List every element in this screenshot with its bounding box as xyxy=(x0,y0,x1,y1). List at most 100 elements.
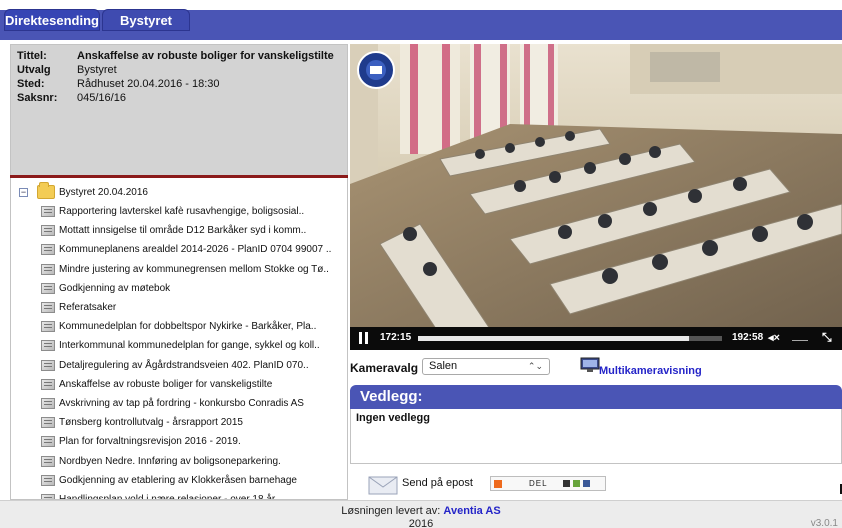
app-root: Direktesending Bystyret Tittel: Anskaffe… xyxy=(0,0,842,528)
meeting-case-value: 045/16/16 xyxy=(77,92,126,104)
attachments-empty: Ingen vedlegg xyxy=(356,412,430,424)
agenda-item-label: Detaljregulering av Ågårdstrandsveien 40… xyxy=(59,359,309,371)
document-icon xyxy=(41,397,55,409)
meeting-place-value: Rådhuset 20.04.2016 - 18:30 xyxy=(77,78,220,90)
agenda-item-label: Referatsaker xyxy=(59,302,117,314)
document-icon xyxy=(41,282,55,294)
video-frame xyxy=(350,44,842,350)
document-icon xyxy=(41,206,55,218)
document-icon xyxy=(41,417,55,429)
meeting-case-key: Saksnr: xyxy=(17,92,58,104)
share-label: DEL xyxy=(529,479,548,488)
footer-year: 2016 xyxy=(408,518,434,528)
agenda-item-label: Kommuneplanens arealdel 2014-2026 - Plan… xyxy=(59,244,332,256)
document-icon xyxy=(41,359,55,371)
agenda-item[interactable]: Godkjenning av møtebok xyxy=(41,279,331,298)
current-time: 172:15 xyxy=(380,332,412,343)
agenda-item-label: Kommunedelplan for dobbeltspor Nykirke -… xyxy=(59,321,317,333)
document-icon xyxy=(41,225,55,237)
meeting-title-value: Anskaffelse av robuste boliger for vansk… xyxy=(77,50,334,62)
pause-icon[interactable] xyxy=(359,332,369,344)
share-star-icon xyxy=(573,480,580,487)
agenda-item[interactable]: Mindre justering av kommunegrensen mello… xyxy=(41,260,331,279)
agenda-item[interactable]: Kommuneplanens arealdel 2014-2026 - Plan… xyxy=(41,240,331,259)
agenda-item-label: Godkjenning av møtebok xyxy=(59,282,171,294)
agenda-item-label: Plan for forvaltningsrevisjon 2016 - 201… xyxy=(59,436,241,448)
agenda-item[interactable]: Plan for forvaltningsrevisjon 2016 - 201… xyxy=(41,432,331,451)
share-button[interactable]: DEL xyxy=(490,476,606,491)
volume-slider[interactable] xyxy=(792,340,808,341)
agenda-item[interactable]: Detaljregulering av Ågårdstrandsveien 40… xyxy=(41,356,331,375)
tab-direktesending[interactable]: Direktesending xyxy=(4,9,100,31)
monitor-icon[interactable] xyxy=(580,357,600,373)
video-player[interactable] xyxy=(350,44,842,350)
folder-icon xyxy=(37,182,55,199)
agenda-item[interactable]: Referatsaker xyxy=(41,298,331,317)
agenda-item-label: Interkommunal kommunedelplan for gange, … xyxy=(59,340,320,352)
footer: Løsningen levert av: Aventia AS 2016 v3.… xyxy=(0,500,842,528)
meeting-place-row: Sted: Rådhuset 20.04.2016 - 18:30 xyxy=(17,77,334,91)
attachments-body: Ingen vedlegg xyxy=(350,409,842,464)
meeting-committee-value: Bystyret xyxy=(77,64,117,76)
meeting-place-key: Sted: xyxy=(17,78,45,90)
agenda-item[interactable]: Anskaffelse av robuste boliger for vansk… xyxy=(41,375,331,394)
camera-label: Kameravalg xyxy=(350,361,419,375)
meeting-title-key: Tittel: xyxy=(17,50,47,62)
agenda-item-label: Mindre justering av kommunegrensen mello… xyxy=(59,263,329,275)
agenda-item[interactable]: Godkjenning av etablering av Klokkeråsen… xyxy=(41,471,331,490)
camera-select-value: Salen xyxy=(429,360,458,372)
send-email-link[interactable]: Send på epost xyxy=(402,477,473,489)
camera-row: Kameravalg Salen ⌃⌄ Multikameravisning xyxy=(350,356,842,380)
multicamera-link[interactable]: Multikameravisning xyxy=(599,365,702,377)
fullscreen-icon[interactable]: ⤡ xyxy=(822,330,832,345)
document-icon xyxy=(41,302,55,314)
meeting-title-row: Tittel: Anskaffelse av robuste boliger f… xyxy=(17,49,334,63)
agenda-item[interactable]: Rapportering lavterskel kafè rusavhengig… xyxy=(41,202,331,221)
attachments-header: Vedlegg: xyxy=(350,385,842,409)
document-icon xyxy=(41,244,55,256)
seek-bar[interactable] xyxy=(418,336,722,341)
agenda-item[interactable]: Avskrivning av tap på fordring - konkurs… xyxy=(41,394,331,413)
document-icon xyxy=(41,378,55,390)
agenda-item[interactable]: Nordbyen Nedre. Innføring av boligsonepa… xyxy=(41,451,331,470)
player-controls: 172:15 192:58 ◂× ⤡ xyxy=(350,327,842,350)
agenda-root[interactable]: − Bystyret 20.04.2016 xyxy=(19,182,148,200)
collapse-icon[interactable]: − xyxy=(19,187,28,197)
meeting-case-row: Saksnr: 045/16/16 xyxy=(17,91,334,105)
share-logo-icon xyxy=(494,480,502,488)
municipality-logo xyxy=(357,51,395,89)
footer-vendor-link[interactable]: Aventia AS xyxy=(443,505,500,517)
meeting-committee-key: Utvalg xyxy=(17,64,51,76)
agenda-item[interactable]: Mottatt innsigelse til område D12 Barkåk… xyxy=(41,221,331,240)
meeting-info-table: Tittel: Anskaffelse av robuste boliger f… xyxy=(17,49,334,105)
document-icon xyxy=(41,455,55,467)
document-icon xyxy=(41,436,55,448)
agenda-item[interactable]: Tønsberg kontrollutvalg - årsrapport 201… xyxy=(41,413,331,432)
tab-bystyret[interactable]: Bystyret xyxy=(102,9,190,31)
document-icon xyxy=(41,263,55,275)
agenda-item-label: Anskaffelse av robuste boliger for vansk… xyxy=(59,378,273,390)
envelope-icon[interactable] xyxy=(368,473,398,495)
camera-select[interactable]: Salen ⌃⌄ xyxy=(422,358,550,375)
agenda-tree: − Bystyret 20.04.2016 Rapportering lavte… xyxy=(10,178,348,500)
agenda-item[interactable]: Handlingsplan vold i nære relasjoner - o… xyxy=(41,490,331,499)
document-icon xyxy=(41,340,55,352)
share-row: Send på epost DEL xyxy=(350,468,842,498)
agenda-item[interactable]: Kommunedelplan for dobbeltspor Nykirke -… xyxy=(41,317,331,336)
agenda-item-label: Tønsberg kontrollutvalg - årsrapport 201… xyxy=(59,417,243,429)
agenda-root-label: Bystyret 20.04.2016 xyxy=(59,186,148,198)
document-icon xyxy=(41,321,55,333)
agenda-item-label: Avskrivning av tap på fordring - konkurs… xyxy=(59,397,304,409)
tab-bar: Direktesending Bystyret xyxy=(0,0,842,40)
select-arrows-icon: ⌃⌄ xyxy=(527,361,543,371)
agenda-item-label: Rapportering lavterskel kafè rusavhengig… xyxy=(59,206,305,218)
footer-prefix: Løsningen levert av: xyxy=(341,505,441,517)
document-icon xyxy=(41,474,55,486)
agenda-item[interactable]: Interkommunal kommunedelplan for gange, … xyxy=(41,336,331,355)
agenda-items: Rapportering lavterskel kafè rusavhengig… xyxy=(41,202,331,499)
meeting-info-panel: Tittel: Anskaffelse av robuste boliger f… xyxy=(10,44,348,176)
agenda-item-label: Nordbyen Nedre. Innføring av boligsonepa… xyxy=(59,455,281,467)
volume-icon[interactable]: ◂× xyxy=(768,331,780,344)
facebook-icon xyxy=(583,480,590,487)
agenda-item-label: Mottatt innsigelse til område D12 Barkåk… xyxy=(59,225,307,237)
